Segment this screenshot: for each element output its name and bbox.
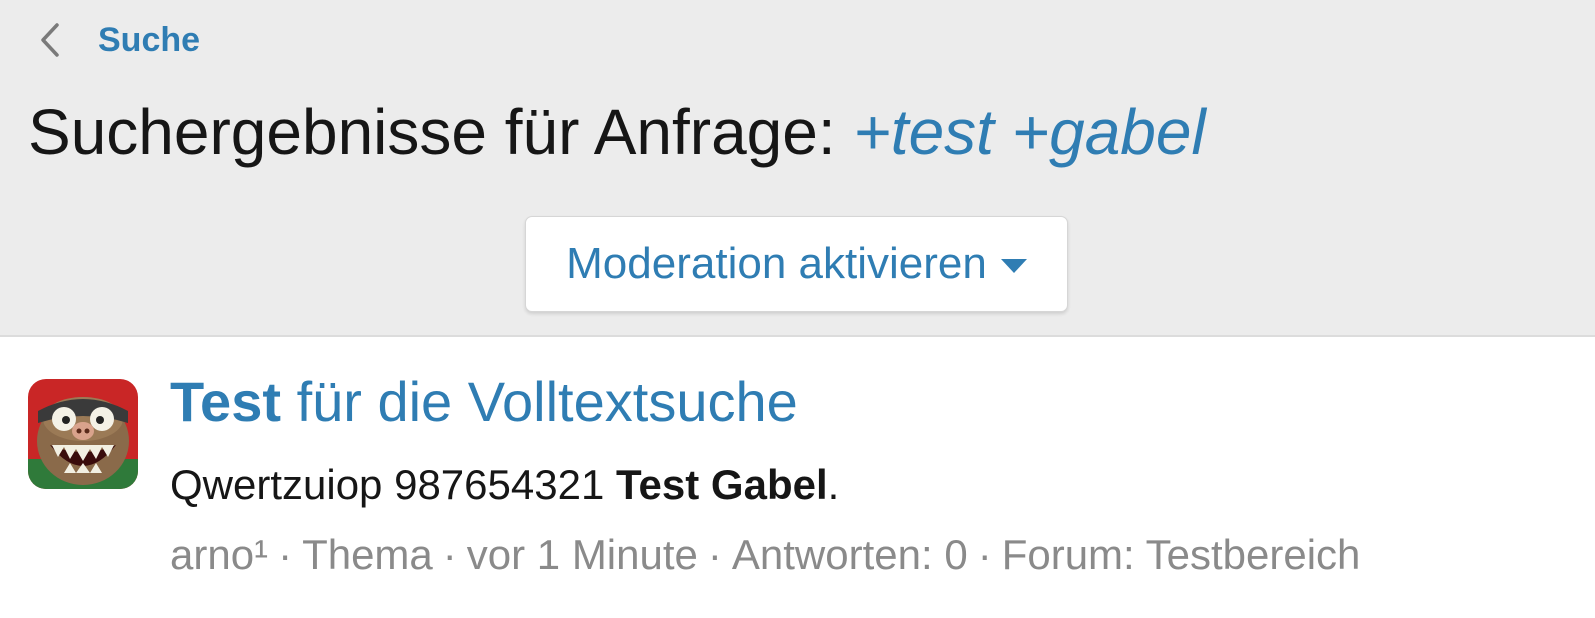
snippet-text: Qwertzuiop 987654321 <box>170 461 605 508</box>
content-type: Thema <box>302 531 433 578</box>
result-title-rest: für die Volltextsuche <box>296 370 798 433</box>
search-result-item: Test für die Volltextsuche Qwertzuiop 98… <box>0 337 1595 618</box>
result-meta: arno¹ · Thema · vor 1 Minute · Antworten: 0 · Fo… <box>170 529 1360 581</box>
meta-separator: · <box>442 531 457 578</box>
result-title-highlight: Test <box>170 370 281 433</box>
post-time: vor 1 Minute <box>466 531 698 578</box>
page-title-prefix: Suchergebnisse für Anfrage: <box>28 96 836 168</box>
meta-separator: · <box>707 531 722 578</box>
search-query: +test +gabel <box>853 96 1206 168</box>
moderation-button-label: Moderation aktivieren <box>566 239 987 288</box>
meta-separator: · <box>977 531 992 578</box>
reply-count: Antworten: 0 <box>731 531 968 578</box>
monster-avatar-icon <box>28 379 138 489</box>
result-title-link[interactable]: Test für die Volltextsuche <box>170 367 798 437</box>
search-header: Suche Suchergebnisse für Anfrage: +test … <box>0 0 1595 337</box>
caret-down-icon <box>1000 259 1027 273</box>
snippet-highlight: Test Gabel <box>616 461 828 508</box>
chevron-left-icon <box>38 20 62 60</box>
back-link[interactable]: Suche <box>38 18 200 62</box>
forum-link[interactable]: Testbereich <box>1146 531 1361 578</box>
result-snippet: Qwertzuiop 987654321 Test Gabel. <box>170 459 839 511</box>
user-avatar[interactable] <box>28 379 138 489</box>
moderation-toggle-button[interactable]: Moderation aktivieren <box>525 216 1068 312</box>
back-link-label: Suche <box>98 20 201 59</box>
meta-separator: · <box>278 531 293 578</box>
forum-prefix: Forum: <box>1001 531 1135 578</box>
snippet-end: . <box>827 461 840 508</box>
author-link[interactable]: arno¹ <box>170 531 268 578</box>
page-title: Suchergebnisse für Anfrage: +test +gabel <box>28 92 1206 172</box>
